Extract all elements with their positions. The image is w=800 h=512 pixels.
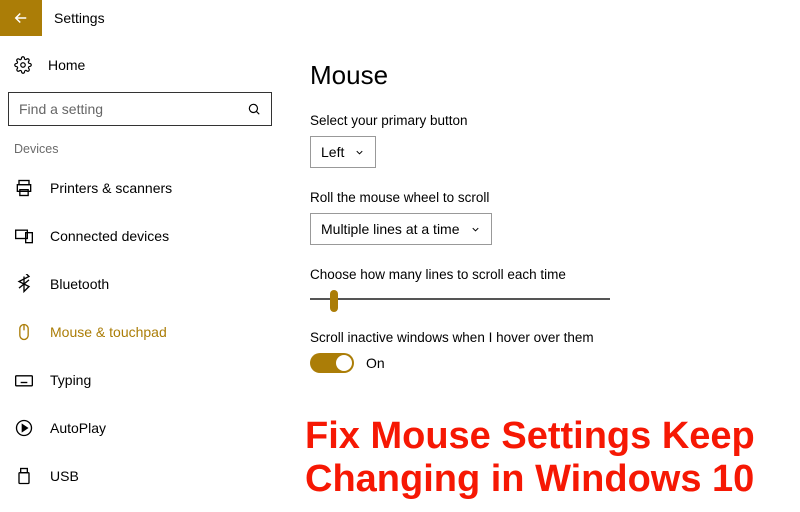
- printer-icon: [14, 178, 34, 198]
- sidebar-item-label: Connected devices: [50, 228, 169, 244]
- sidebar-item-label: Mouse & touchpad: [50, 324, 167, 340]
- sidebar-item-autoplay[interactable]: AutoPlay: [8, 406, 272, 450]
- field-wheel-scroll: Roll the mouse wheel to scroll Multiple …: [310, 190, 770, 245]
- autoplay-icon: [14, 418, 34, 438]
- wheel-scroll-dropdown[interactable]: Multiple lines at a time: [310, 213, 492, 245]
- devices-icon: [14, 226, 34, 246]
- arrow-left-icon: [12, 9, 30, 27]
- dropdown-value: Multiple lines at a time: [321, 221, 460, 237]
- lines-slider[interactable]: [310, 290, 610, 308]
- sidebar-home-label: Home: [48, 57, 85, 73]
- window-header: Settings: [0, 0, 800, 36]
- chevron-down-icon: [354, 147, 365, 158]
- sidebar-group-label: Devices: [8, 134, 272, 162]
- sidebar-item-label: AutoPlay: [50, 420, 106, 436]
- main-panel: Mouse Select your primary button Left Ro…: [280, 36, 800, 512]
- sidebar-item-label: Printers & scanners: [50, 180, 172, 196]
- gear-icon: [14, 56, 32, 74]
- field-label: Roll the mouse wheel to scroll: [310, 190, 770, 205]
- back-button[interactable]: [0, 0, 42, 36]
- sidebar-item-label: Bluetooth: [50, 276, 109, 292]
- sidebar-home[interactable]: Home: [8, 48, 272, 82]
- field-label: Choose how many lines to scroll each tim…: [310, 267, 770, 282]
- slider-thumb[interactable]: [330, 290, 338, 312]
- page-title: Mouse: [310, 60, 770, 91]
- primary-button-dropdown[interactable]: Left: [310, 136, 376, 168]
- field-lines: Choose how many lines to scroll each tim…: [310, 267, 770, 308]
- app-title: Settings: [54, 10, 105, 26]
- body: Home Find a setting Devices Printers & s…: [0, 36, 800, 512]
- chevron-down-icon: [470, 224, 481, 235]
- overlay-caption: Fix Mouse Settings Keep Changing in Wind…: [305, 415, 790, 502]
- sidebar-item-printers[interactable]: Printers & scanners: [8, 166, 272, 210]
- search-input[interactable]: Find a setting: [8, 92, 272, 126]
- search-icon: [247, 102, 261, 116]
- field-label: Scroll inactive windows when I hover ove…: [310, 330, 770, 345]
- toggle-knob: [336, 355, 352, 371]
- slider-track: [310, 298, 610, 300]
- keyboard-icon: [14, 370, 34, 390]
- field-inactive: Scroll inactive windows when I hover ove…: [310, 330, 770, 373]
- sidebar-item-mouse[interactable]: Mouse & touchpad: [8, 310, 272, 354]
- sidebar: Home Find a setting Devices Printers & s…: [0, 36, 280, 512]
- field-label: Select your primary button: [310, 113, 770, 128]
- sidebar-item-connected[interactable]: Connected devices: [8, 214, 272, 258]
- field-primary-button: Select your primary button Left: [310, 113, 770, 168]
- sidebar-item-usb[interactable]: USB: [8, 454, 272, 498]
- sidebar-item-typing[interactable]: Typing: [8, 358, 272, 402]
- dropdown-value: Left: [321, 144, 344, 160]
- usb-icon: [14, 466, 34, 486]
- sidebar-item-label: USB: [50, 468, 79, 484]
- inactive-toggle[interactable]: [310, 353, 354, 373]
- sidebar-item-label: Typing: [50, 372, 91, 388]
- bluetooth-icon: [14, 274, 34, 294]
- mouse-icon: [14, 322, 34, 342]
- sidebar-item-bluetooth[interactable]: Bluetooth: [8, 262, 272, 306]
- toggle-state: On: [366, 355, 385, 371]
- search-placeholder: Find a setting: [19, 101, 103, 117]
